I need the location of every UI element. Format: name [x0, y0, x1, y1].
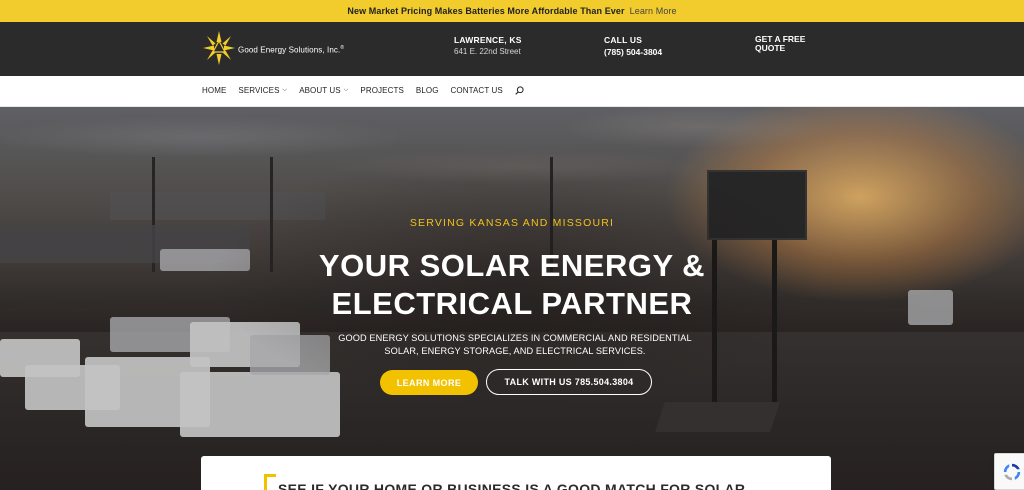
announcement-message: New Market Pricing Makes Batteries More …	[347, 6, 625, 16]
talk-with-us-button[interactable]: TALK WITH US 785.504.3804	[486, 369, 652, 395]
nav-item-label: HOME	[202, 86, 227, 95]
location-address: 641 E. 22nd Street	[454, 47, 521, 56]
header-call[interactable]: CALL US (785) 504-3804	[604, 35, 662, 57]
nav-item-about-us[interactable]: ABOUT US ⌵	[299, 86, 348, 95]
chevron-down-icon: ⌵	[282, 87, 288, 93]
nav-item-label: ABOUT US	[299, 86, 341, 95]
site-logo[interactable]: Good Energy Solutions, Inc.®	[201, 28, 344, 68]
nav-item-blog[interactable]: BLOG	[416, 86, 439, 95]
brand-name-text: Good Energy Solutions, Inc.	[238, 45, 341, 55]
location-title: LAWRENCE, KS	[454, 35, 522, 45]
recaptcha-icon	[1003, 463, 1021, 480]
nav-item-label: BLOG	[415, 86, 439, 95]
card-accent-corner	[264, 474, 276, 477]
announcement-learn-more-link[interactable]: Learn More	[630, 6, 677, 16]
search-icon	[515, 86, 524, 95]
learn-more-button[interactable]: LEARN MORE	[380, 370, 478, 395]
nav-item-contact-us[interactable]: CONTACT US	[451, 86, 503, 95]
solar-match-card: SEE IF YOUR HOME OR BUSINESS IS A GOOD M…	[201, 456, 831, 490]
announcement-bar: New Market Pricing Makes Batteries More …	[0, 0, 1024, 22]
call-title: CALL US	[604, 35, 643, 45]
main-nav: HOME SERVICES ⌵ ABOUT US ⌵ PROJECTS BLOG C…	[0, 76, 1024, 107]
free-quote-link[interactable]: GET A FREE QUOTE	[755, 35, 805, 53]
sun-logo-icon	[203, 31, 235, 65]
call-number-link[interactable]: (785) 504-3804	[604, 47, 662, 57]
quote-line-2: QUOTE	[755, 43, 786, 53]
brand-registered-mark: ®	[340, 45, 345, 52]
card-title: SEE IF YOUR HOME OR BUSINESS IS A GOOD M…	[278, 481, 746, 490]
hero-headline: YOUR SOLAR ENERGY & ELECTRICAL PARTNER	[0, 247, 1024, 323]
header-location: LAWRENCE, KS 641 E. 22nd Street	[454, 35, 522, 57]
hero-subtext: GOOD ENERGY SOLUTIONS SPECIALIZES IN COM…	[338, 333, 692, 356]
hero-eyebrow: SERVING KANSAS AND MISSOURI	[409, 217, 615, 229]
search-button[interactable]	[515, 86, 524, 95]
nav-item-label: SERVICES	[238, 86, 280, 95]
nav-item-label: CONTACT US	[450, 86, 503, 95]
chevron-down-icon: ⌵	[343, 87, 349, 93]
nav-item-projects[interactable]: PROJECTS	[360, 86, 403, 95]
recaptcha-badge[interactable]	[994, 453, 1024, 490]
hero-content: SERVING KANSAS AND MISSOURI YOUR SOLAR E…	[0, 107, 1024, 490]
nav-item-services[interactable]: SERVICES ⌵	[238, 86, 287, 95]
hero-headline-line-2: ELECTRICAL PARTNER	[331, 286, 693, 321]
nav-item-label: PROJECTS	[360, 86, 404, 95]
nav-item-home[interactable]: HOME	[202, 86, 226, 95]
site-header: Good Energy Solutions, Inc.® LAWRENCE, K…	[0, 22, 1024, 76]
brand-name: Good Energy Solutions, Inc.®	[238, 45, 344, 55]
hero-headline-line-1: YOUR SOLAR ENERGY &	[318, 248, 706, 283]
